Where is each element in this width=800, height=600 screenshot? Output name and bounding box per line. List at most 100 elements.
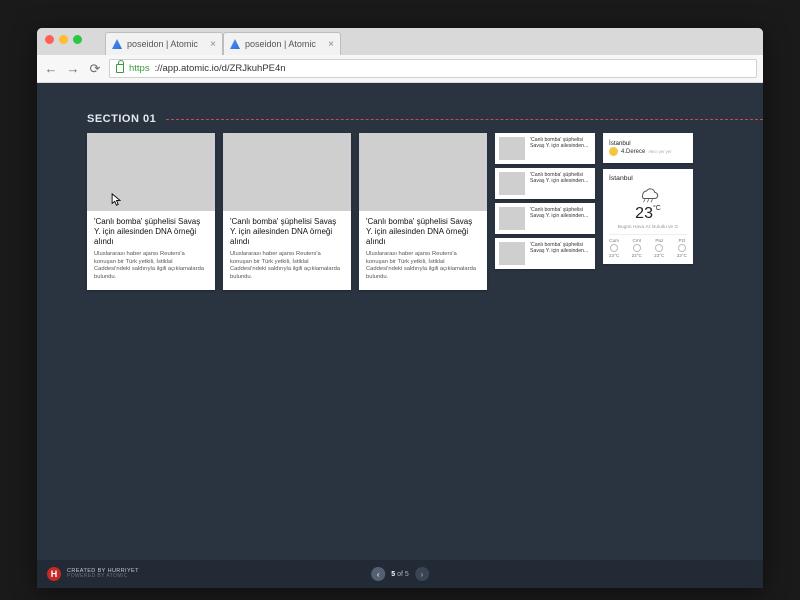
article-card[interactable]: 'Canlı bomba' şüphelisi Savaş Y. için ai…	[359, 133, 487, 290]
tab-title: poseidon | Atomic	[127, 39, 205, 49]
list-item-text: 'Canlı bomba' şüphelisi Savaş Y. için ai…	[530, 172, 591, 195]
forecast-day-label: Paz	[655, 238, 663, 243]
browser-tab[interactable]: poseidon | Atomic ×	[105, 32, 223, 55]
forecast-day: Cum 23°C	[609, 238, 619, 258]
forecast-row: Cum 23°C Cmt 23°C Paz 23°C	[609, 234, 687, 258]
tab-strip: poseidon | Atomic × poseidon | Atomic ×	[37, 28, 763, 55]
forecast-day: Pzt 23°C	[677, 238, 687, 258]
thumb-placeholder	[499, 242, 525, 265]
favicon-icon	[230, 39, 240, 49]
card-row: 'Canlı bomba' şüphelisi Savaş Y. için ai…	[87, 133, 693, 290]
thumb-placeholder	[499, 207, 525, 230]
forward-button[interactable]: →	[65, 61, 81, 76]
card-body: 'Canlı bomba' şüphelisi Savaş Y. için ai…	[359, 211, 487, 290]
card-title: 'Canlı bomba' şüphelisi Savaş Y. için ai…	[230, 217, 344, 247]
weather-widget-small[interactable]: İstanbul 4.Derece Akıcı yer yer	[603, 133, 693, 163]
weather-temperature: 23°C	[609, 205, 687, 223]
forecast-day-label: Cmt	[633, 238, 641, 243]
forecast-day: Paz 23°C	[654, 238, 664, 258]
footer-text: CREATED BY HURRIYET POWERED BY ATOMIC	[67, 569, 139, 580]
pager-of: of	[397, 571, 403, 578]
forecast-day: Cmt 23°C	[632, 238, 642, 258]
close-window-button[interactable]	[45, 35, 54, 44]
card-description: Uluslararası haber ajansı Reuters'a konu…	[94, 251, 208, 281]
weather-widget-large[interactable]: İstanbul 23°C Bugün Hava Az Bulutlu ve G…	[603, 169, 693, 264]
forecast-temp: 23°C	[654, 253, 664, 258]
footer-bar: H CREATED BY HURRIYET POWERED BY ATOMIC …	[37, 560, 763, 588]
list-item[interactable]: 'Canlı bomba' şüphelisi Savaş Y. için ai…	[495, 203, 595, 234]
url-path: ://app.atomic.io/d/ZRJkuhPE4n	[155, 63, 286, 74]
card-image-placeholder	[359, 133, 487, 211]
weather-city: İstanbul	[609, 140, 672, 147]
pager-current: 5	[391, 571, 395, 578]
maximize-window-button[interactable]	[73, 35, 82, 44]
footer-credit: H CREATED BY HURRIYET POWERED BY ATOMIC	[47, 567, 139, 581]
viewport: SECTION 01 'Canlı bomba' şüphelisi Savaş…	[37, 83, 763, 588]
back-button[interactable]: ←	[43, 61, 59, 76]
brand-badge: H	[47, 567, 61, 581]
article-card[interactable]: 'Canlı bomba' şüphelisi Savaş Y. için ai…	[87, 133, 215, 290]
weather-city: İstanbul	[609, 175, 687, 182]
temp-value: 23	[635, 205, 653, 222]
pager: ‹ 5 of 5 ›	[371, 567, 429, 581]
forecast-day-label: Cum	[609, 238, 619, 243]
pager-status: 5 of 5	[391, 571, 409, 578]
list-item-text: 'Canlı bomba' şüphelisi Savaş Y. için ai…	[530, 242, 591, 265]
weather-degree: 4.Derece	[621, 149, 645, 155]
cloud-rain-icon	[636, 185, 660, 203]
pager-total: 5	[405, 571, 409, 578]
list-item-text: 'Canlı bomba' şüphelisi Savaş Y. için ai…	[530, 207, 591, 230]
pager-next-button[interactable]: ›	[415, 567, 429, 581]
url-input[interactable]: https ://app.atomic.io/d/ZRJkuhPE4n	[109, 59, 757, 78]
forecast-icon	[610, 244, 618, 252]
list-item[interactable]: 'Canlı bomba' şüphelisi Savaş Y. için ai…	[495, 133, 595, 164]
cursor-icon	[111, 193, 122, 207]
forecast-temp: 23°C	[609, 253, 619, 258]
article-card[interactable]: 'Canlı bomba' şüphelisi Savaş Y. için ai…	[223, 133, 351, 290]
close-tab-icon[interactable]: ×	[328, 39, 334, 50]
forecast-temp: 23°C	[632, 253, 642, 258]
favicon-icon	[112, 39, 122, 49]
browser-window: poseidon | Atomic × poseidon | Atomic × …	[37, 28, 763, 588]
card-description: Uluslararası haber ajansı Reuters'a konu…	[230, 251, 344, 281]
list-item-text: 'Canlı bomba' şüphelisi Savaş Y. için ai…	[530, 137, 591, 160]
url-scheme: https	[129, 63, 150, 74]
minimize-window-button[interactable]	[59, 35, 68, 44]
forecast-icon	[655, 244, 663, 252]
temp-unit: °C	[653, 205, 661, 212]
list-item[interactable]: 'Canlı bomba' şüphelisi Savaş Y. için ai…	[495, 168, 595, 199]
address-bar: ← → ⟳ https ://app.atomic.io/d/ZRJkuhPE4n	[37, 55, 763, 83]
lock-icon	[116, 64, 124, 73]
card-body: 'Canlı bomba' şüphelisi Savaş Y. için ai…	[223, 211, 351, 290]
card-body: 'Canlı bomba' şüphelisi Savaş Y. için ai…	[87, 211, 215, 290]
card-title: 'Canlı bomba' şüphelisi Savaş Y. için ai…	[366, 217, 480, 247]
weather-status: Bugün Hava Az Bulutlu ve G	[609, 225, 687, 230]
reload-button[interactable]: ⟳	[87, 61, 103, 77]
list-item[interactable]: 'Canlı bomba' şüphelisi Savaş Y. için ai…	[495, 238, 595, 269]
card-title: 'Canlı bomba' şüphelisi Savaş Y. için ai…	[94, 217, 208, 247]
section-header: SECTION 01	[87, 113, 763, 125]
tab-title: poseidon | Atomic	[245, 39, 323, 49]
small-items-column: 'Canlı bomba' şüphelisi Savaş Y. için ai…	[495, 133, 595, 290]
section-title: SECTION 01	[87, 113, 156, 125]
forecast-icon	[678, 244, 686, 252]
weather-subtext: Akıcı yer yer	[648, 149, 671, 154]
sun-icon	[609, 147, 618, 156]
footer-line2: POWERED BY ATOMIC	[67, 574, 139, 579]
browser-tab[interactable]: poseidon | Atomic ×	[223, 32, 341, 55]
forecast-day-label: Pzt	[679, 238, 686, 243]
card-image-placeholder	[87, 133, 215, 211]
window-controls	[45, 35, 82, 44]
card-image-placeholder	[223, 133, 351, 211]
close-tab-icon[interactable]: ×	[210, 39, 216, 50]
thumb-placeholder	[499, 172, 525, 195]
forecast-temp: 23°C	[677, 253, 687, 258]
card-description: Uluslararası haber ajansı Reuters'a konu…	[366, 251, 480, 281]
forecast-icon	[633, 244, 641, 252]
pager-prev-button[interactable]: ‹	[371, 567, 385, 581]
weather-column: İstanbul 4.Derece Akıcı yer yer İstanbul	[603, 133, 693, 290]
weather-small-text: İstanbul 4.Derece Akıcı yer yer	[609, 140, 672, 156]
thumb-placeholder	[499, 137, 525, 160]
section-divider	[166, 119, 763, 120]
tabs-container: poseidon | Atomic × poseidon | Atomic ×	[105, 32, 341, 55]
